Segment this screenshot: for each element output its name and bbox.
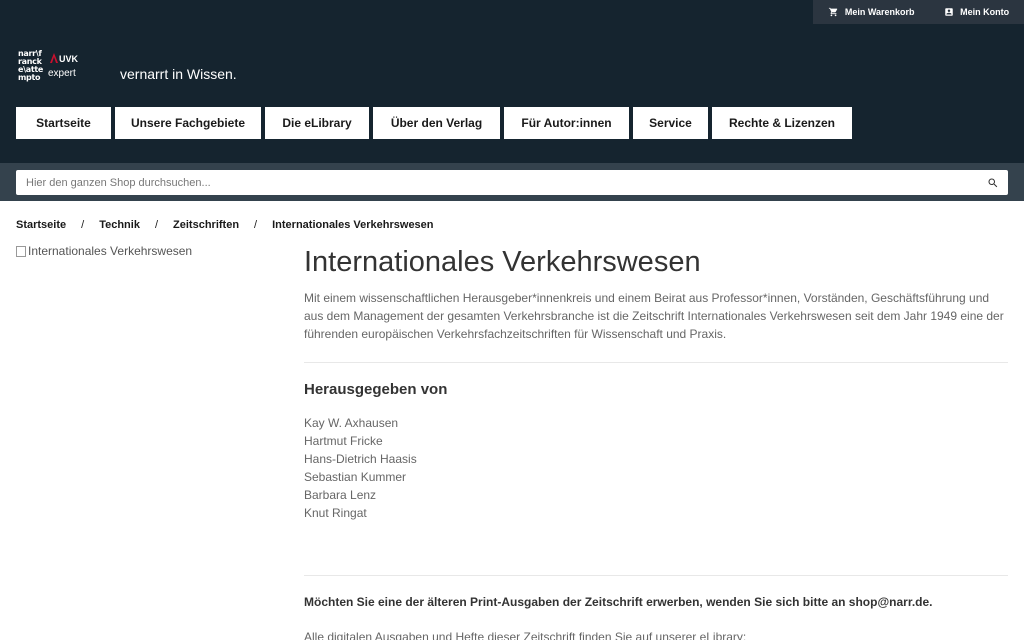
nav-ueber-den-verlag[interactable]: Über den Verlag bbox=[373, 107, 500, 139]
divider bbox=[304, 362, 1008, 363]
tagline: vernarrt in Wissen. bbox=[120, 66, 237, 82]
editors-list: Kay W. Axhausen Hartmut Fricke Hans-Diet… bbox=[304, 414, 1008, 522]
top-account-bar: Mein Warenkorb Mein Konto bbox=[813, 0, 1024, 24]
uvk-logo-text: UVK bbox=[59, 54, 79, 64]
account-link[interactable]: Mein Konto bbox=[944, 7, 1009, 17]
nav-service[interactable]: Service bbox=[633, 107, 708, 139]
editor-name: Hans-Dietrich Haasis bbox=[304, 452, 417, 466]
product-description: Mit einem wissenschaftlichen Herausgeber… bbox=[304, 291, 1004, 341]
nav-die-elibrary[interactable]: Die eLibrary bbox=[265, 107, 369, 139]
cart-link[interactable]: Mein Warenkorb bbox=[828, 7, 915, 17]
uvk-logo-mark-icon bbox=[50, 53, 58, 63]
publisher-logo[interactable]: narr\f ranck e\atte mpto UVK expert bbox=[18, 50, 93, 86]
digital-issues-note: Alle digitalen Ausgaben und Hefte dieser… bbox=[304, 630, 747, 640]
editor-name: Sebastian Kummer bbox=[304, 470, 407, 484]
product-image-alt: Internationales Verkehrswesen bbox=[28, 244, 193, 258]
account-icon bbox=[945, 8, 953, 16]
search-bar bbox=[0, 163, 1024, 201]
editor-name: Knut Ringat bbox=[304, 506, 367, 520]
nav-startseite[interactable]: Startseite bbox=[16, 107, 111, 139]
broken-image-icon bbox=[16, 245, 26, 257]
nav-fuer-autorinnen[interactable]: Für Autor:innen bbox=[504, 107, 629, 139]
editor-name: Barbara Lenz bbox=[304, 488, 377, 502]
divider bbox=[304, 575, 1008, 576]
breadcrumb-zeitschriften[interactable]: Zeitschriften bbox=[173, 219, 239, 231]
nav-rechte-lizenzen[interactable]: Rechte & Lizenzen bbox=[712, 107, 852, 139]
product-image: Internationales Verkehrswesen bbox=[16, 244, 192, 258]
narr-logo-text: narr\f ranck e\atte mpto bbox=[18, 49, 44, 82]
editor-name: Hartmut Fricke bbox=[304, 434, 383, 448]
breadcrumb-separator: / bbox=[254, 219, 258, 231]
main-navigation: Startseite Unsere Fachgebiete Die eLibra… bbox=[16, 107, 856, 139]
editors-heading: Herausgegeben von bbox=[304, 381, 448, 398]
search-input[interactable] bbox=[16, 170, 978, 195]
breadcrumb-current: Internationales Verkehrswesen bbox=[272, 219, 434, 231]
search-field bbox=[16, 170, 1008, 195]
nav-unsere-fachgebiete[interactable]: Unsere Fachgebiete bbox=[115, 107, 261, 139]
breadcrumb-separator: / bbox=[81, 219, 85, 231]
page-title: Internationales Verkehrswesen bbox=[304, 246, 701, 278]
cart-icon bbox=[828, 7, 838, 17]
breadcrumb: Startseite / Technik / Zeitschriften / I… bbox=[16, 219, 434, 231]
editor-name: Kay W. Axhausen bbox=[304, 416, 399, 430]
breadcrumb-technik[interactable]: Technik bbox=[99, 219, 140, 231]
breadcrumb-separator: / bbox=[154, 219, 159, 231]
breadcrumb-startseite[interactable]: Startseite bbox=[16, 219, 66, 231]
expert-logo-text: expert bbox=[48, 68, 76, 79]
search-icon bbox=[988, 178, 998, 187]
site-header: Mein Warenkorb Mein Konto narr\f ranck e… bbox=[0, 0, 1024, 163]
print-issues-note: Möchten Sie eine der älteren Print-Ausga… bbox=[304, 595, 933, 609]
search-button[interactable] bbox=[978, 170, 1008, 195]
account-label: Mein Konto bbox=[960, 7, 1010, 17]
product-details: Internationales Verkehrswesen Mit einem … bbox=[304, 245, 1008, 640]
cart-label: Mein Warenkorb bbox=[844, 7, 915, 17]
